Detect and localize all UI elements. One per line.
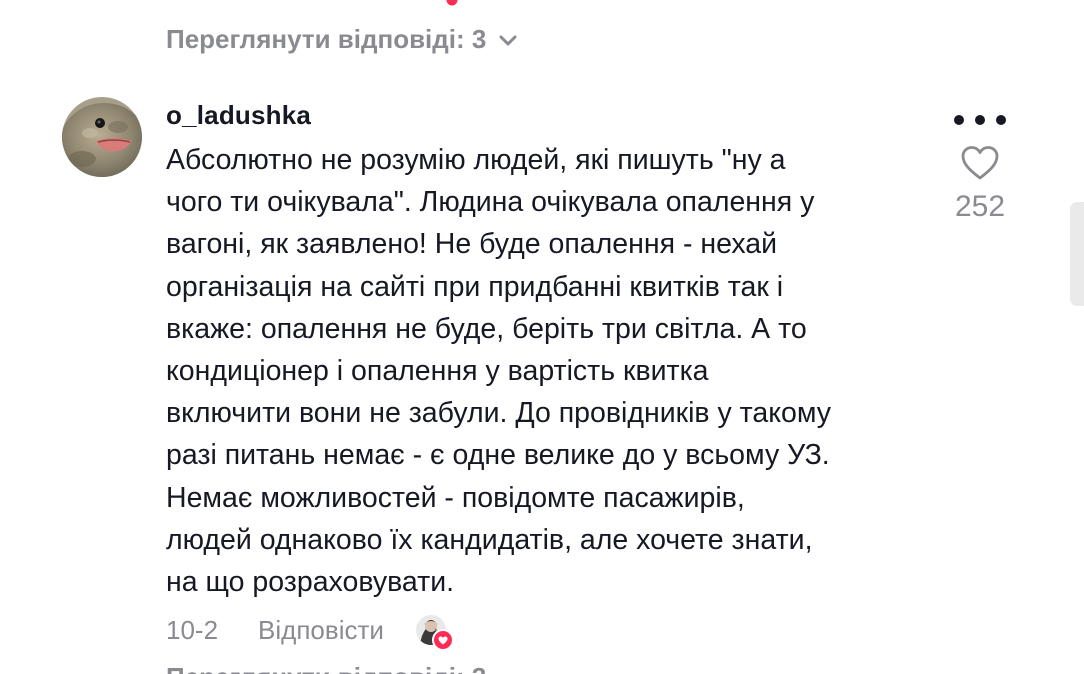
comment-text-line: чого ти очікувала". Людина очікувала опа… (166, 186, 815, 219)
heart-outline-icon (961, 146, 999, 180)
comment-text-line: організація на сайті при придбанні квитк… (166, 270, 784, 303)
view-replies-label: Переглянути відповіді: 3 (166, 23, 487, 54)
comment-text-line: вкаже: опалення не буде, беріть три світ… (166, 312, 807, 345)
comment-text-line: включити вони не забули. До провідників … (166, 397, 832, 430)
comment-text-line: вагоні, як заявлено! Не буде опалення - … (166, 228, 778, 261)
more-dot (975, 115, 985, 125)
comment-text-line: кондиціонер і опалення у вартість квитка (166, 355, 709, 388)
scrollbar[interactable] (1070, 202, 1084, 306)
comment-text: Абсолютно не розумію людей, які пишуть "… (166, 139, 926, 603)
like-button[interactable] (960, 145, 1000, 181)
more-options-button[interactable] (954, 108, 1006, 132)
liked-by-creator-badge (415, 615, 454, 651)
comment-date: 10-2 (166, 614, 219, 645)
next-view-replies-partial: Переглянути відповіді: 3 (166, 664, 516, 674)
comment-text-line: людей однаково їх кандидатів, але хочете… (166, 523, 813, 556)
chevron-down-icon (496, 28, 520, 52)
next-view-replies-label: Переглянути відповіді: 3 (166, 664, 516, 674)
like-count: 252 (954, 190, 1006, 223)
avatar[interactable] (62, 97, 142, 177)
heart-filled-icon (431, 629, 454, 651)
comment-username[interactable]: o_ladushka (166, 100, 311, 131)
more-horizontal-icon (954, 115, 964, 125)
comment-text-line: разі питань немає - є одне велике до у в… (166, 439, 830, 472)
comment-text-line: на що розраховувати. (166, 566, 455, 599)
reply-button[interactable]: Відповісти (258, 615, 384, 646)
comment-meta: 10-2 Відповісти (166, 612, 454, 651)
creator-liked-badge-partial (436, 0, 459, 7)
view-replies-button[interactable]: Переглянути відповіді: 3 (166, 22, 520, 56)
comment-text-line: Немає можливостей - повідомте пасажирів, (166, 481, 745, 514)
comment-text-line: Абсолютно не розумію людей, які пишуть "… (166, 144, 786, 176)
more-dot (996, 115, 1006, 125)
